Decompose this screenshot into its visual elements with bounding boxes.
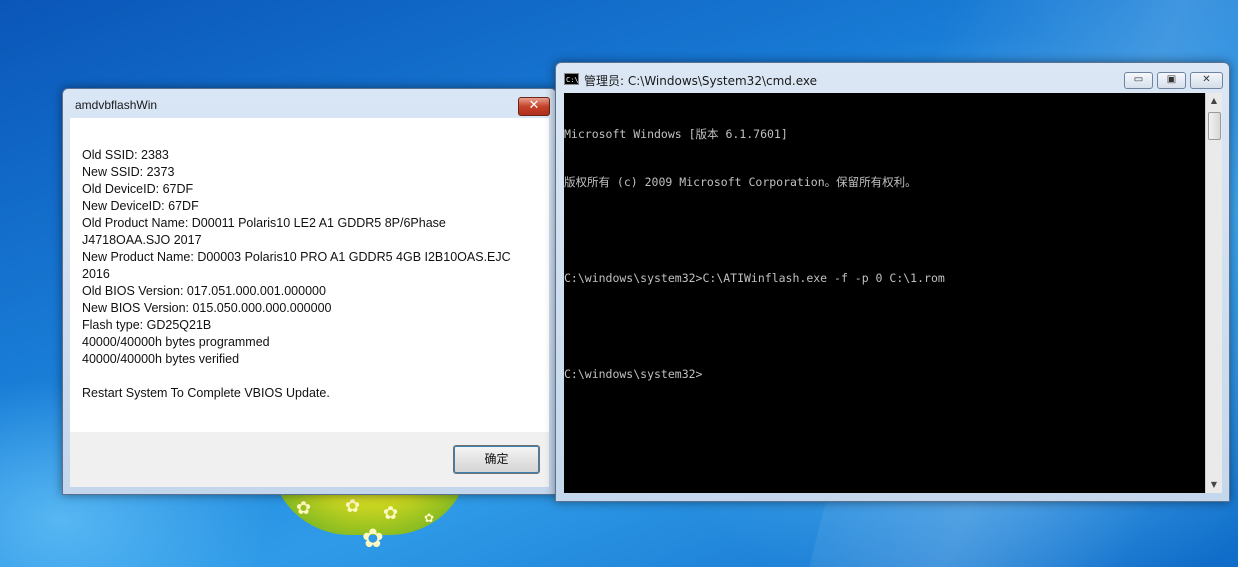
- wallpaper-petal: ✿: [362, 524, 384, 554]
- message-line: New BIOS Version: 015.050.000.000.000000: [82, 301, 332, 315]
- scroll-down-icon[interactable]: ▼: [1206, 477, 1222, 493]
- message-line: New Product Name: D00003 Polaris10 PRO A…: [82, 250, 511, 264]
- wallpaper-petal: ✿: [345, 496, 361, 517]
- wallpaper-petal: ✿: [383, 503, 399, 524]
- message-line: New DeviceID: 67DF: [82, 199, 199, 213]
- maximize-button[interactable]: ▣: [1157, 72, 1186, 89]
- message-line: 40000/40000h bytes programmed: [82, 335, 270, 349]
- wallpaper-petal: ✿: [296, 498, 312, 519]
- message-line: 40000/40000h bytes verified: [82, 352, 240, 366]
- message-line: New SSID: 2373: [82, 165, 175, 179]
- scroll-thumb[interactable]: [1208, 112, 1221, 140]
- cmd-window-title: 管理员: C:\Windows\System32\cmd.exe: [584, 74, 817, 88]
- scroll-up-icon[interactable]: ▲: [1206, 93, 1222, 109]
- cmd-close-button[interactable]: ✕: [1190, 72, 1223, 89]
- console-line: C:\windows\system32>C:\ATIWinflash.exe -…: [564, 271, 945, 285]
- cmd-icon: C:\: [564, 73, 579, 85]
- message-line: Old SSID: 2383: [82, 148, 169, 162]
- console-prompt: C:\windows\system32>: [564, 367, 703, 381]
- message-line: Flash type: GD25Q21B: [82, 318, 212, 332]
- message-line: Old Product Name: D00011 Polaris10 LE2 A…: [82, 216, 446, 230]
- console-line: Microsoft Windows [版本 6.1.7601]: [564, 127, 788, 141]
- ok-button[interactable]: 确定: [453, 445, 540, 474]
- dialog-title: amdvbflashWin: [75, 98, 158, 112]
- restart-message: Restart System To Complete VBIOS Update.: [82, 386, 330, 400]
- message-line: Old BIOS Version: 017.051.000.001.000000: [82, 284, 326, 298]
- message-line: Old DeviceID: 67DF: [82, 182, 194, 196]
- console-text: Microsoft Windows [版本 6.1.7601] 版权所有 (c)…: [564, 94, 945, 414]
- amdvbflash-dialog: amdvbflashWin ✕ Old SSID: 2383 New SSID:…: [62, 88, 557, 495]
- dialog-message-area: Old SSID: 2383 New SSID: 2373 Old Device…: [70, 118, 549, 432]
- console-output[interactable]: Microsoft Windows [版本 6.1.7601] 版权所有 (c)…: [564, 93, 1205, 493]
- message-line: J4718OAA.SJO 2017: [82, 233, 202, 247]
- message-line: 2016: [82, 267, 110, 281]
- dialog-close-button[interactable]: ✕: [518, 97, 550, 116]
- minimize-button[interactable]: ▭: [1124, 72, 1153, 89]
- vertical-scrollbar[interactable]: ▲ ▼: [1205, 93, 1222, 493]
- console-line: 版权所有 (c) 2009 Microsoft Corporation。保留所有…: [564, 175, 917, 189]
- cmd-window: C:\ 管理员: C:\Windows\System32\cmd.exe ▭ ▣…: [555, 62, 1230, 502]
- dialog-button-bar: 确定: [70, 432, 549, 487]
- dialog-message: Old SSID: 2383 New SSID: 2373 Old Device…: [82, 147, 522, 402]
- wallpaper-petal: ✿: [424, 511, 435, 525]
